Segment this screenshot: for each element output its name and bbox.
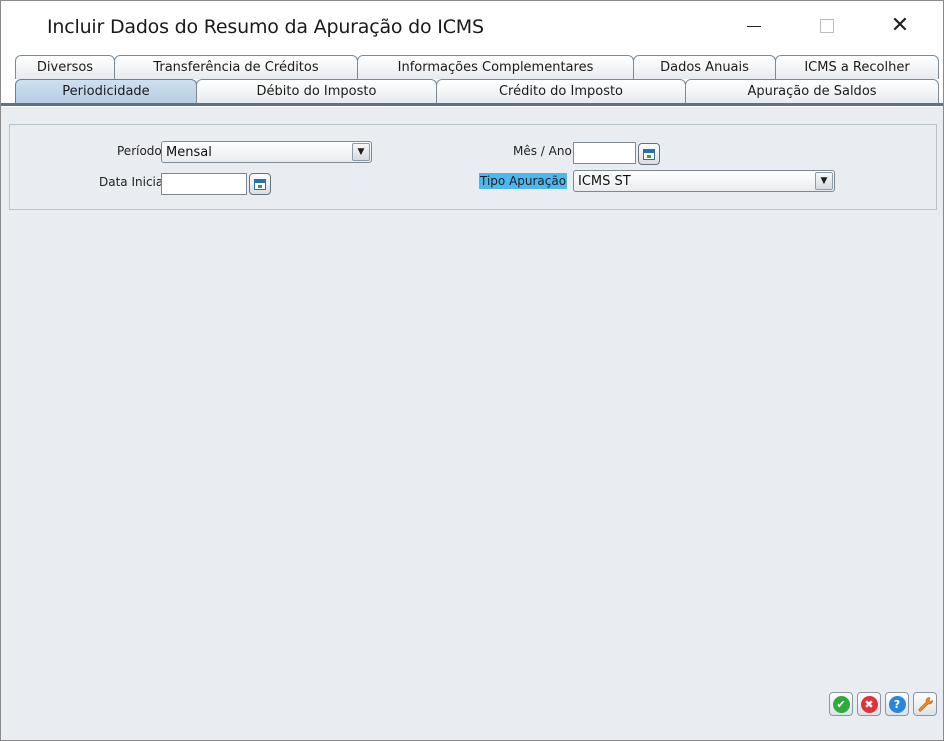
window-title: Incluir Dados do Resumo da Apuração do I… (47, 16, 484, 38)
maximize-button[interactable] (804, 9, 850, 43)
tab-dados-anuais[interactable]: Dados Anuais (633, 55, 776, 79)
periodo-label: Período (117, 144, 162, 158)
calendar-icon (254, 178, 266, 190)
periodo-value: Mensal (166, 145, 212, 160)
mes-ano-calendar-button[interactable] (638, 143, 660, 165)
mes-ano-label: Mês / Ano (513, 144, 572, 158)
tipo-apuracao-label: Tipo Apuração (479, 173, 568, 189)
mes-ano-field[interactable] (573, 142, 636, 164)
data-inicial-field[interactable] (161, 173, 247, 195)
tab-periodicidade[interactable]: Periodicidade (15, 79, 197, 103)
check-icon: ✔ (832, 695, 850, 713)
tipo-apuracao-select[interactable]: ICMS ST ▼ (573, 170, 835, 192)
tab-divider (1, 103, 943, 106)
cancel-button[interactable]: ✖ (857, 692, 881, 716)
minimize-icon (747, 25, 761, 27)
data-inicial-calendar-button[interactable] (249, 173, 271, 195)
tab-strip: Diversos Transferência de Créditos Infor… (1, 51, 943, 107)
chevron-down-icon[interactable]: ▼ (352, 143, 370, 161)
tab-debito-imposto[interactable]: Débito do Imposto (196, 79, 437, 103)
data-inicial-label: Data Inicial (99, 175, 167, 189)
tab-apuracao-saldos[interactable]: Apuração de Saldos (685, 79, 939, 103)
confirm-button[interactable]: ✔ (829, 692, 853, 716)
tab-credito-imposto[interactable]: Crédito do Imposto (436, 79, 686, 103)
tab-row-lower: Periodicidade Débito do Imposto Crédito … (1, 79, 943, 103)
calendar-icon (643, 148, 655, 160)
title-bar: Incluir Dados do Resumo da Apuração do I… (1, 1, 943, 51)
chevron-down-icon[interactable]: ▼ (815, 172, 833, 190)
tab-icms-a-recolher[interactable]: ICMS a Recolher (775, 55, 939, 79)
tab-row-upper: Diversos Transferência de Créditos Infor… (1, 55, 943, 79)
tab-transferencia-creditos[interactable]: Transferência de Créditos (114, 55, 358, 79)
minimize-button[interactable] (731, 9, 777, 43)
close-icon: ✕ (890, 13, 910, 38)
action-buttons: ✔ ✖ ? (829, 692, 937, 716)
periodo-select[interactable]: Mensal ▼ (161, 141, 372, 163)
close-button[interactable]: ✕ (877, 9, 923, 43)
tab-informacoes-complementares[interactable]: Informações Complementares (357, 55, 634, 79)
maximize-icon (820, 19, 834, 33)
dialog-window: Incluir Dados do Resumo da Apuração do I… (0, 0, 944, 741)
help-icon: ? (888, 695, 906, 713)
tipo-apuracao-value: ICMS ST (578, 174, 631, 189)
periodicidade-panel: Período Mensal ▼ Data Inicial Mês / Ano … (9, 124, 937, 210)
help-button[interactable]: ? (885, 692, 909, 716)
tab-diversos[interactable]: Diversos (15, 55, 115, 79)
wrench-icon (917, 696, 933, 712)
cancel-icon: ✖ (860, 695, 878, 713)
tools-button[interactable] (913, 692, 937, 716)
